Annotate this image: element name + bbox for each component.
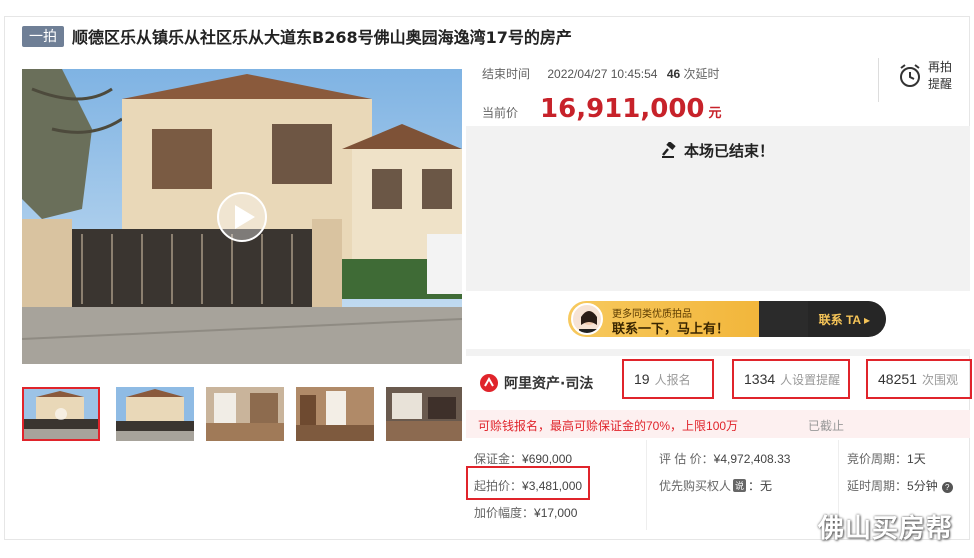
delay-count-label: 次延时 [683, 67, 720, 81]
stat-views-number: 48251 [878, 371, 917, 387]
thumbnail-5[interactable] [386, 387, 464, 441]
watermark: 佛山买房帮 [818, 514, 954, 544]
thumbnail-strip [22, 387, 462, 443]
delay-cycle-value: 5分钟 [907, 479, 938, 493]
priority-buyer-line: 优先购买权人说：无 [659, 477, 772, 494]
stats-row: 阿里资产·司法 19 人报名 1334 人设置提醒 48251 次围观 [466, 356, 972, 406]
current-price-label: 当前价 [482, 106, 519, 120]
end-time-label: 结束时间 [482, 67, 531, 81]
remind-text: 再拍 提醒 [928, 59, 952, 93]
title-row: 一拍 顺德区乐从镇乐从社区乐从大道东B268号佛山奥园海逸湾17号的房产 [22, 25, 572, 47]
delay-cycle-line: 延时周期：5分钟? [847, 477, 953, 494]
credit-notice-status: 已截止 [808, 419, 845, 433]
help-icon[interactable]: ? [941, 482, 953, 493]
bid-cycle-label: 竞价周期： [847, 452, 908, 466]
priority-label: 优先购买权人 [659, 479, 732, 493]
credit-notice: 可赊钱报名，最高可赊保证金的70%，上限100万 已截止 [466, 410, 970, 438]
villa-photo [22, 69, 462, 364]
thumbnail-1[interactable] [22, 387, 100, 441]
contact-banner: 更多同类优质拍品 联系一下，马上有！ 联系 TA ▸ [466, 291, 970, 349]
priority-value: ：无 [748, 479, 773, 493]
auction-ended-message: 本场已结束！ [466, 140, 970, 161]
stat-reminders-number: 1334 [744, 371, 776, 387]
increment-value: ¥17,000 [534, 506, 578, 520]
property-title: 顺德区乐从镇乐从社区乐从大道东B268号佛山奥园海逸湾17号的房产 [72, 28, 572, 47]
thumbnail-2[interactable] [116, 387, 194, 441]
remind-line-1: 再拍 [928, 60, 953, 74]
currency-unit: 元 [708, 105, 722, 120]
thumbnail-4[interactable] [296, 387, 374, 441]
stat-views-unit: 次围观 [921, 372, 958, 387]
appraisal-value: ¥4,972,408.33 [713, 452, 791, 466]
brand: 阿里资产·司法 [480, 373, 593, 393]
main-property-photo[interactable] [22, 69, 462, 364]
ali-assets-logo-icon [480, 374, 498, 392]
increment-label: 加价幅度： [474, 506, 535, 520]
end-time-row: 结束时间 2022/04/27 10:45:54 46 次延时 [482, 65, 720, 82]
appraisal-label: 评 估 价： [659, 452, 714, 466]
remind-line-2: 提醒 [928, 77, 953, 91]
stat-registered: 19 人报名 [622, 359, 714, 399]
info-tag-icon[interactable]: 说 [733, 479, 747, 492]
auction-info: 结束时间 2022/04/27 10:45:54 46 次延时 当前价 16,9… [468, 56, 970, 126]
bid-cycle-line: 竞价周期：1天 [847, 450, 926, 467]
play-arrow-icon: ▸ [863, 313, 870, 327]
details-col-1: 保证金：¥690,000 起拍价：¥3,481,000 加价幅度：¥17,000 [466, 440, 642, 530]
stat-reminders: 1334 人设置提醒 [732, 359, 850, 399]
current-price-row: 当前价 16,911,000 元 [482, 94, 722, 124]
stat-registered-unit: 人报名 [654, 372, 691, 387]
banner-big-text: 联系一下，马上有！ [612, 321, 730, 336]
credit-notice-text: 可赊钱报名，最高可赊保证金的70%，上限100万 [478, 419, 739, 433]
contact-ta-button[interactable]: 联系 TA ▸ [819, 311, 870, 328]
appraisal-line: 评 估 价：¥4,972,408.33 [659, 450, 790, 467]
thumbnail-3[interactable] [206, 387, 284, 441]
start-price-value: ¥3,481,000 [522, 479, 583, 493]
increment-line: 加价幅度：¥17,000 [474, 504, 577, 521]
current-price-value: 16,911,000 [540, 94, 705, 124]
contact-banner-pill[interactable]: 更多同类优质拍品 联系一下，马上有！ 联系 TA ▸ [568, 301, 886, 337]
start-price-line: 起拍价：¥3,481,000 [474, 477, 582, 494]
auction-status-panel: 本场已结束！ 更多同类优质拍品 联系一下，马上有！ 联系 TA ▸ [466, 126, 970, 356]
brand-name: 阿里资产·司法 [504, 376, 594, 392]
start-price-label: 起拍价： [474, 479, 523, 493]
alarm-clock-icon [900, 64, 920, 87]
agent-avatar [571, 303, 603, 335]
divider [878, 58, 879, 102]
delay-cycle-label: 延时周期： [847, 479, 908, 493]
end-time-value: 2022/04/27 10:45:54 [547, 67, 658, 81]
contact-ta-label: 联系 TA [818, 313, 861, 327]
deposit-value: ¥690,000 [522, 452, 573, 466]
gavel-icon [661, 141, 676, 158]
stat-registered-number: 19 [634, 371, 650, 387]
delay-count: 46 [666, 67, 681, 81]
bid-cycle-value: 1天 [907, 452, 926, 466]
deposit-label: 保证金： [474, 452, 523, 466]
stat-reminders-unit: 人设置提醒 [780, 372, 841, 387]
deposit-line: 保证金：¥690,000 [474, 450, 572, 467]
details-col-2: 评 估 价：¥4,972,408.33 优先购买权人说：无 [646, 440, 838, 530]
re-auction-remind-button[interactable]: 再拍 提醒 [898, 59, 952, 93]
ended-text: 本场已结束！ [683, 143, 774, 160]
auction-round-tag: 一拍 [22, 25, 64, 47]
stat-views: 48251 次围观 [866, 359, 972, 399]
